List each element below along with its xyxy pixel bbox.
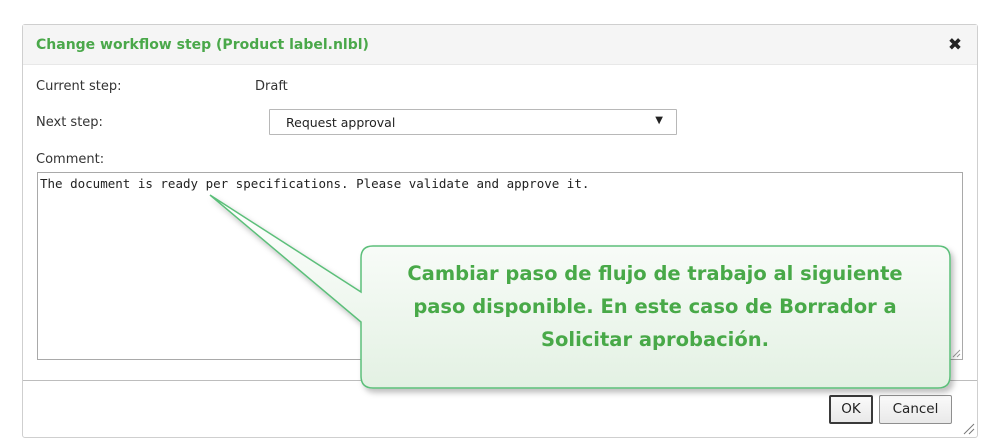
current-step-value: Draft bbox=[255, 79, 288, 94]
callout-line-1: Cambiar paso de flujo de trabajo al sigu… bbox=[407, 262, 903, 285]
dropdown-arrow-icon: ▼ bbox=[655, 115, 663, 126]
cancel-button[interactable]: Cancel bbox=[879, 395, 952, 424]
footer-divider bbox=[23, 380, 977, 381]
callout-line-2: paso disponible. En este caso de Borrado… bbox=[413, 295, 897, 318]
comment-text: The document is ready per specifications… bbox=[40, 176, 590, 191]
dialog-resize-grip-icon[interactable] bbox=[963, 423, 975, 435]
next-step-select[interactable]: Request approval ▼ bbox=[269, 109, 677, 135]
next-step-selected-value: Request approval bbox=[286, 115, 396, 130]
textarea-resize-grip-icon[interactable] bbox=[952, 349, 961, 358]
ok-button[interactable]: OK bbox=[829, 395, 873, 424]
callout-line-3: Solicitar aprobación. bbox=[540, 328, 770, 351]
dialog-title: Change workflow step (Product label.nlbl… bbox=[36, 37, 369, 53]
callout-text: Cambiar paso de flujo de trabajo al sigu… bbox=[372, 257, 938, 356]
next-step-label: Next step: bbox=[36, 115, 103, 130]
current-step-label: Current step: bbox=[36, 79, 122, 94]
dialog-titlebar: Change workflow step (Product label.nlbl… bbox=[23, 25, 977, 65]
comment-label: Comment: bbox=[36, 152, 105, 167]
change-workflow-dialog: Change workflow step (Product label.nlbl… bbox=[22, 24, 978, 438]
close-icon[interactable]: ✖ bbox=[945, 34, 965, 56]
